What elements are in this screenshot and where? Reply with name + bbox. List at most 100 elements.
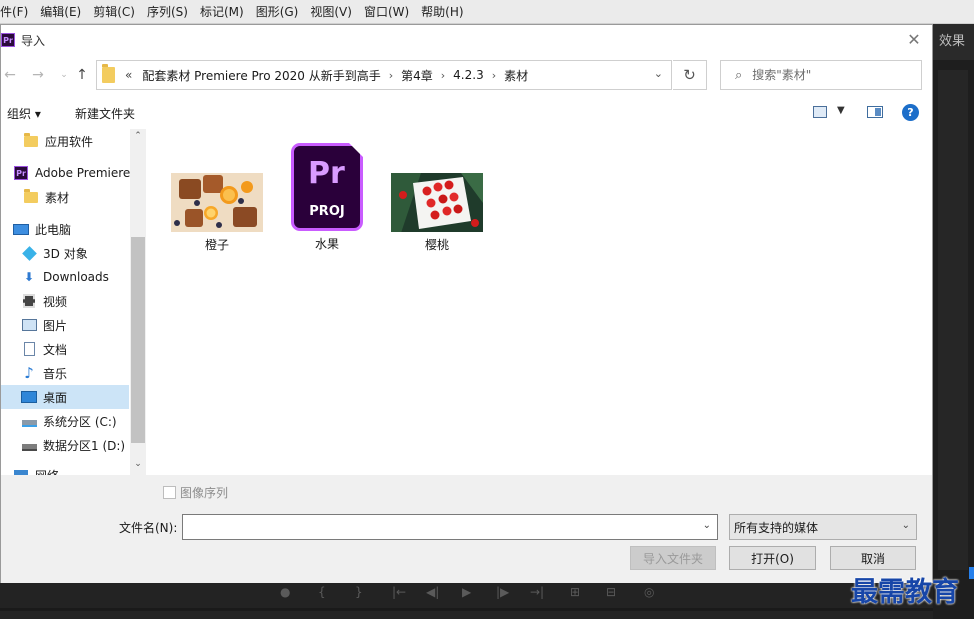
- checkbox-box[interactable]: [163, 486, 176, 499]
- dialog-titlebar: Pr 导入 ✕: [1, 25, 932, 55]
- forward-arrow-icon[interactable]: →: [29, 65, 47, 85]
- import-folder-button[interactable]: 导入文件夹: [630, 546, 716, 570]
- file-item-orange[interactable]: 橙子: [167, 143, 267, 253]
- sidebar-item-this-pc[interactable]: 此电脑: [1, 217, 129, 241]
- address-bar[interactable]: « 配套素材 Premiere Pro 2020 从新手到高手 › 第4章 › …: [96, 60, 672, 90]
- chevron-right-icon[interactable]: ›: [389, 69, 393, 82]
- menu-file[interactable]: 件(F): [0, 0, 34, 24]
- file-name: 水果: [314, 237, 339, 251]
- menu-graphics[interactable]: 图形(G): [250, 0, 305, 24]
- breadcrumb-item[interactable]: 配套素材 Premiere Pro 2020 从新手到高手: [142, 67, 380, 84]
- navigation-row: ← → ⌄ ↑ « 配套素材 Premiere Pro 2020 从新手到高手 …: [1, 59, 932, 91]
- chevron-up-icon[interactable]: ⌃: [130, 131, 146, 145]
- effects-panel: 效果: [933, 24, 974, 619]
- filename-label: 文件名(N):: [119, 521, 178, 535]
- go-to-in-icon[interactable]: |←: [392, 585, 406, 599]
- file-name: 樱桃: [424, 238, 449, 252]
- filename-input[interactable]: [187, 516, 687, 538]
- close-icon[interactable]: ✕: [904, 29, 924, 49]
- sidebar-item-drive-c[interactable]: 系统分区 (C:): [1, 409, 129, 433]
- new-folder-button[interactable]: 新建文件夹: [75, 105, 135, 122]
- download-icon: ⬇: [23, 270, 35, 284]
- organize-button[interactable]: 组织 ▾: [7, 105, 41, 122]
- sidebar-item-music[interactable]: ♪ 音乐: [1, 361, 129, 385]
- folder-icon: [102, 64, 115, 83]
- step-forward-icon[interactable]: |▶: [496, 585, 509, 599]
- import-dialog: Pr 导入 ✕ ← → ⌄ ↑ « 配套素材 Premiere Pro 2020…: [0, 24, 933, 583]
- chevron-down-icon[interactable]: ⌄: [654, 67, 663, 80]
- menu-help[interactable]: 帮助(H): [415, 0, 469, 24]
- menu-edit[interactable]: 编辑(E): [34, 0, 87, 24]
- panel-accent: [969, 567, 974, 579]
- sidebar-scrollbar[interactable]: ⌃ ⌄: [130, 129, 146, 475]
- menu-window[interactable]: 窗口(W): [358, 0, 415, 24]
- chevron-down-icon[interactable]: ⌄: [902, 520, 910, 531]
- filename-combobox[interactable]: ⌄: [182, 514, 718, 540]
- sidebar-item-3d-objects[interactable]: 3D 对象: [1, 241, 129, 265]
- menu-sequence[interactable]: 序列(S): [141, 0, 194, 24]
- sidebar-item-label: 视频: [43, 294, 68, 309]
- step-back-icon[interactable]: ◀|: [426, 585, 439, 599]
- premiere-app-icon: Pr: [1, 33, 15, 47]
- sidebar-item-documents[interactable]: 文档: [1, 337, 129, 361]
- watermark-logo: 最需教育: [851, 577, 959, 608]
- chevron-down-icon[interactable]: ▼: [837, 105, 845, 116]
- preview-pane-icon[interactable]: [867, 106, 883, 118]
- sidebar-item-apps[interactable]: 应用软件: [1, 129, 129, 153]
- menu-marker[interactable]: 标记(M): [194, 0, 250, 24]
- dialog-footer: 图像序列 文件名(N): ⌄ 所有支持的媒体 ⌄ 导入文件夹 打开(O) 取消: [1, 475, 932, 583]
- scroll-thumb[interactable]: [131, 237, 145, 443]
- up-arrow-icon[interactable]: ↑: [73, 65, 91, 85]
- breadcrumb-item[interactable]: 第4章: [401, 67, 433, 84]
- search-input[interactable]: [752, 68, 903, 82]
- sidebar-item-assets[interactable]: 素材: [1, 185, 129, 209]
- refresh-button[interactable]: ↻: [673, 60, 707, 90]
- breadcrumb-item[interactable]: 素材: [504, 67, 528, 84]
- menu-clip[interactable]: 剪辑(C): [87, 0, 141, 24]
- go-to-out-icon[interactable]: →|: [530, 585, 544, 599]
- chevron-down-icon[interactable]: ⌄: [703, 520, 711, 531]
- open-button[interactable]: 打开(O): [729, 546, 816, 570]
- sidebar-item-drive-d[interactable]: 数据分区1 (D:): [1, 433, 129, 457]
- export-frame-icon[interactable]: ◎: [644, 585, 654, 599]
- chevron-down-icon[interactable]: ⌄: [130, 459, 146, 473]
- in-point-icon[interactable]: {: [318, 585, 326, 599]
- view-mode-icon[interactable]: [813, 106, 827, 118]
- marker-icon[interactable]: ●: [280, 585, 290, 599]
- chevron-right-icon[interactable]: ›: [492, 69, 496, 82]
- sidebar-item-network[interactable]: 网络: [1, 463, 129, 475]
- menu-view[interactable]: 视图(V): [304, 0, 358, 24]
- file-item-cherry[interactable]: 樱桃: [387, 143, 487, 253]
- cancel-button[interactable]: 取消: [830, 546, 916, 570]
- sidebar-item-pictures[interactable]: 图片: [1, 313, 129, 337]
- sidebar-item-adobe-premiere[interactable]: Pr Adobe Premiere: [1, 161, 130, 185]
- filetype-value: 所有支持的媒体: [734, 520, 819, 535]
- back-arrow-icon[interactable]: ←: [1, 65, 19, 85]
- sidebar-item-desktop[interactable]: 桌面: [1, 385, 129, 409]
- breadcrumb-overflow[interactable]: «: [125, 68, 132, 82]
- premiere-project-icon: Pr PROJ: [291, 143, 363, 231]
- sidebar-item-downloads[interactable]: ⬇ Downloads: [1, 265, 129, 289]
- sidebar-item-label: 文档: [43, 342, 68, 357]
- overwrite-icon[interactable]: ⊟: [606, 585, 616, 599]
- refresh-icon: ↻: [683, 66, 696, 84]
- network-icon: [13, 468, 29, 475]
- sidebar-item-label: 应用软件: [45, 134, 94, 149]
- recent-dropdown-icon[interactable]: ⌄: [55, 65, 73, 85]
- program-monitor-controls: ● { } |← ◀| ▶ |▶ →| ⊞ ⊟ ◎: [0, 583, 933, 619]
- sidebar-item-label: Downloads: [43, 270, 109, 284]
- chevron-right-icon[interactable]: ›: [441, 69, 445, 82]
- search-box[interactable]: ⌕: [720, 60, 922, 90]
- insert-icon[interactable]: ⊞: [570, 585, 580, 599]
- navigation-pane: 应用软件 Pr Adobe Premiere 素材 此电脑 3D 对象 ⬇ Do…: [1, 129, 146, 475]
- sidebar-item-videos[interactable]: 视频: [1, 289, 129, 313]
- help-icon[interactable]: ?: [902, 104, 919, 121]
- breadcrumb-item[interactable]: 4.2.3: [453, 68, 484, 82]
- file-name: 橙子: [204, 238, 229, 252]
- play-icon[interactable]: ▶: [462, 585, 471, 599]
- file-item-fruit-project[interactable]: Pr PROJ 水果: [277, 143, 377, 253]
- filetype-select[interactable]: 所有支持的媒体 ⌄: [729, 514, 917, 540]
- effects-tab[interactable]: 效果: [933, 24, 974, 60]
- out-point-icon[interactable]: }: [355, 585, 363, 599]
- image-sequence-checkbox[interactable]: 图像序列: [163, 484, 228, 501]
